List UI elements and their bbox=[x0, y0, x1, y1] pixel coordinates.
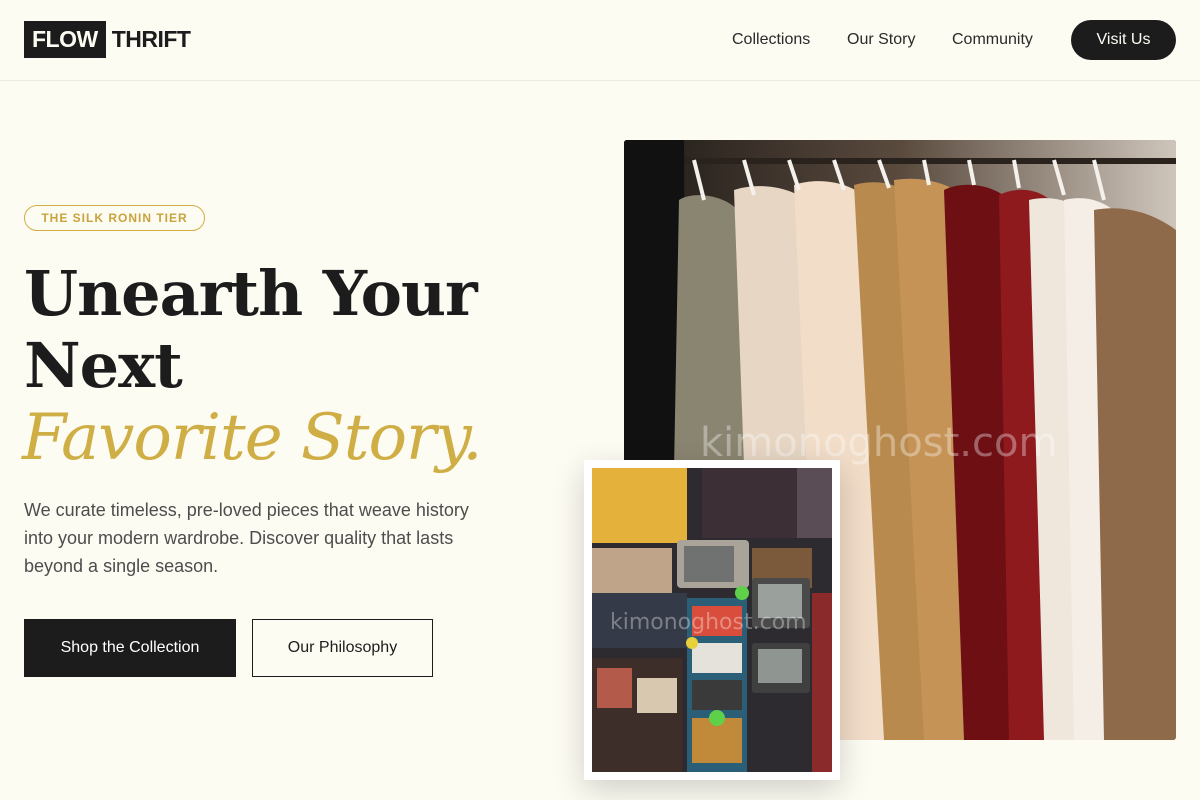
site-header: FLOW THRIFT Collections Our Story Commun… bbox=[0, 0, 1200, 81]
hero-headline-accent: Favorite Story. bbox=[22, 401, 483, 475]
hero-headline-line-2: Next bbox=[24, 329, 183, 402]
hero-headline: Unearth Your Next bbox=[24, 258, 564, 402]
our-philosophy-button[interactable]: Our Philosophy bbox=[252, 619, 433, 677]
vintage-shop-photo-inner bbox=[592, 468, 832, 772]
hero-description: We curate timeless, pre-loved pieces tha… bbox=[24, 500, 469, 576]
vintage-shop-photo bbox=[584, 460, 840, 780]
vintage-shop-illustration bbox=[592, 468, 832, 772]
logo-mark: FLOW bbox=[24, 21, 106, 58]
shop-collection-button[interactable]: Shop the Collection bbox=[24, 619, 236, 677]
logo-wordmark: THRIFT bbox=[111, 26, 191, 52]
hero-headline-line-1: Unearth Your bbox=[24, 257, 478, 330]
nav-link-our-story[interactable]: Our Story bbox=[847, 30, 915, 50]
nav-link-community[interactable]: Community bbox=[952, 30, 1033, 50]
nav-link-collections[interactable]: Collections bbox=[732, 30, 810, 50]
tier-badge: THE SILK RONIN TIER bbox=[24, 205, 205, 231]
visit-us-button[interactable]: Visit Us bbox=[1071, 20, 1176, 60]
logo[interactable]: FLOW THRIFT bbox=[24, 21, 191, 58]
